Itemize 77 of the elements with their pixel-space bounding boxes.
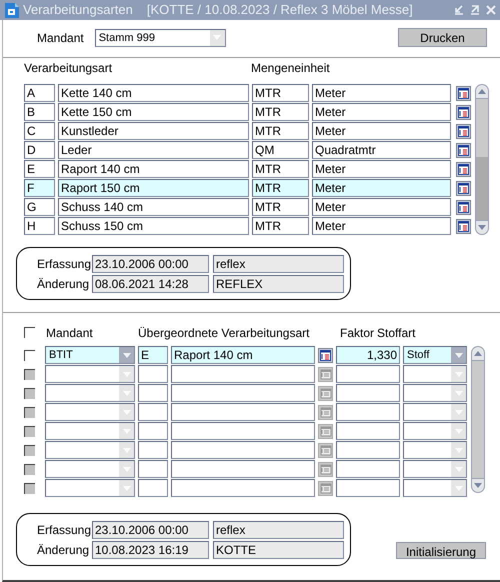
column-header: Mandant xyxy=(46,324,94,342)
scrollbar[interactable] xyxy=(471,346,485,493)
lookup-icon[interactable] xyxy=(456,124,471,138)
scroll-up-icon[interactable] xyxy=(474,350,482,356)
unit-field[interactable]: MTR xyxy=(252,179,309,197)
name-field[interactable]: Schuss 140 cm xyxy=(58,198,249,216)
unit-name-field[interactable]: Meter xyxy=(312,160,451,178)
column-header: Verarbeitungsart xyxy=(24,60,114,77)
code-field[interactable]: C xyxy=(24,122,55,140)
unit-field[interactable]: MTR xyxy=(252,103,309,121)
unit-name-field[interactable]: Meter xyxy=(312,122,451,140)
lookup-icon[interactable] xyxy=(456,180,471,196)
fabric-type-dropdown[interactable]: Stoff xyxy=(403,346,467,364)
name-field[interactable]: Kette 150 cm xyxy=(58,103,249,121)
lookup-icon[interactable] xyxy=(318,348,333,362)
factor-field[interactable]: 1,330 xyxy=(336,346,400,364)
unit-field[interactable]: MTR xyxy=(252,160,309,178)
window-title: Verarbeitungsarten xyxy=(23,1,133,20)
code-field[interactable]: E xyxy=(138,346,168,364)
name-field[interactable]: Raport 150 cm xyxy=(58,179,249,197)
code-field[interactable]: G xyxy=(24,198,55,216)
name-field[interactable]: Leder xyxy=(58,141,249,159)
window-context: [KOTTE / 10.08.2023 / Reflex 3 Möbel Messe] xyxy=(146,1,413,20)
date-field[interactable]: 10.08.2023 16:19 xyxy=(92,540,209,558)
user-field[interactable]: reflex xyxy=(213,254,344,272)
unit-name-field[interactable]: Meter xyxy=(312,84,451,102)
name-field[interactable]: Schuss 150 cm xyxy=(58,217,249,235)
app-icon xyxy=(5,2,19,18)
lookup-icon[interactable] xyxy=(456,142,471,158)
unit-field[interactable]: MTR xyxy=(252,84,309,102)
column-header: Mengeneinheit xyxy=(251,60,330,77)
unit-name-field[interactable]: Meter xyxy=(312,217,451,235)
field-label: Erfassung xyxy=(37,256,88,272)
lookup-icon[interactable] xyxy=(456,218,471,234)
date-field[interactable]: 23.10.2006 00:00 xyxy=(92,520,209,538)
lookup-icon[interactable] xyxy=(456,200,471,214)
lookup-icon[interactable] xyxy=(456,86,471,100)
unit-name-field[interactable]: Quadratmtr xyxy=(312,141,451,159)
scroll-down-icon[interactable] xyxy=(474,483,482,488)
column-header: Stoffart xyxy=(377,324,416,342)
code-field[interactable]: H xyxy=(24,217,55,235)
unit-name-field[interactable]: Meter xyxy=(312,198,451,216)
date-field[interactable]: 08.06.2021 14:28 xyxy=(92,274,209,292)
scrollbar[interactable] xyxy=(475,84,489,235)
code-field[interactable]: E xyxy=(24,160,55,178)
name-field[interactable]: Raport 140 cm xyxy=(58,160,249,178)
user-field[interactable]: REFLEX xyxy=(213,274,344,292)
initialize-button[interactable]: Initialisierung xyxy=(396,542,486,559)
code-field[interactable]: F xyxy=(24,179,55,197)
unit-name-field[interactable]: Meter xyxy=(312,103,451,121)
user-field[interactable]: reflex xyxy=(213,520,344,538)
name-field[interactable]: Raport 140 cm xyxy=(171,346,315,364)
scroll-up-icon[interactable] xyxy=(478,89,486,94)
date-field[interactable]: 23.10.2006 00:00 xyxy=(92,254,209,272)
code-field[interactable]: A xyxy=(24,84,55,102)
unit-field[interactable]: QM xyxy=(252,141,309,159)
code-field[interactable]: D xyxy=(24,141,55,159)
user-field[interactable]: KOTTE xyxy=(213,540,344,558)
code-field[interactable]: B xyxy=(24,103,55,121)
unit-field[interactable]: MTR xyxy=(252,198,309,216)
unit-field[interactable]: MTR xyxy=(252,217,309,235)
field-label: Mandant xyxy=(37,30,84,46)
field-label: Erfassung xyxy=(37,522,88,538)
scroll-down-icon[interactable] xyxy=(478,225,486,230)
lookup-icon[interactable] xyxy=(456,104,471,120)
field-label: Änderung xyxy=(37,542,88,558)
field-label: Änderung xyxy=(37,276,88,292)
name-field[interactable]: Kette 140 cm xyxy=(58,84,249,102)
mandant-dropdown[interactable]: BTIT xyxy=(45,346,135,364)
name-field[interactable]: Kunstleder xyxy=(58,122,249,140)
unit-name-field[interactable]: Meter xyxy=(312,179,451,197)
column-header: Übergeordnete Verarbeitungsart xyxy=(138,324,310,342)
lookup-icon[interactable] xyxy=(456,162,471,176)
print-button[interactable]: Drucken xyxy=(398,28,487,47)
column-header: Faktor xyxy=(338,324,374,342)
unit-field[interactable]: MTR xyxy=(252,122,309,140)
mandant-dropdown[interactable]: Stamm 999 xyxy=(94,28,226,46)
